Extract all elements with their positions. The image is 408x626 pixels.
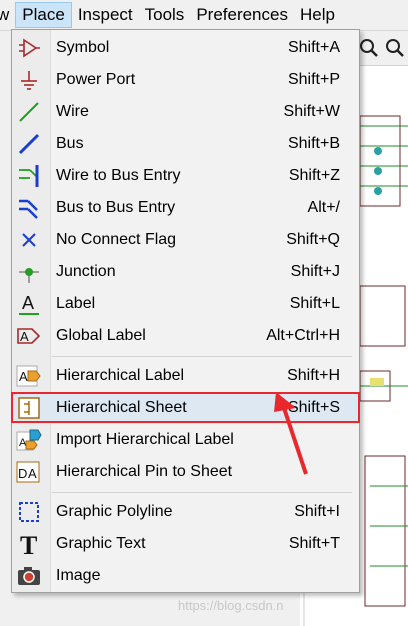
menu-item-label: Graphic Text	[56, 535, 146, 552]
menu-item-label: Bus to Bus Entry	[56, 199, 176, 216]
graphic-polyline-icon	[16, 499, 42, 525]
menu-item-shortcut: Shift+L	[289, 295, 340, 312]
menu-item-shortcut: Shift+W	[283, 103, 340, 120]
menu-item-label: Import Hierarchical Label	[56, 431, 234, 448]
menu-item-label: Global Label	[56, 327, 146, 344]
menu-item-shortcut: Shift+Z	[288, 167, 340, 184]
menu-item-label: Bus	[56, 135, 84, 152]
menu-item-shortcut: Shift+H	[287, 367, 340, 384]
menu-item-wire-to-bus-entry[interactable]: Wire to Bus Entry Shift+Z	[12, 160, 359, 192]
svg-text:D: D	[18, 466, 27, 481]
menu-item-no-connect-flag[interactable]: No Connect Flag Shift+Q	[12, 224, 359, 256]
menu-item-label: Junction	[56, 263, 116, 280]
wire-to-bus-entry-icon	[16, 163, 42, 189]
menu-item-label: Hierarchical Label	[56, 367, 185, 384]
menu-item-graphic-polyline[interactable]: Graphic Polyline Shift+I	[12, 496, 359, 528]
menu-item-shortcut: Shift+Q	[286, 231, 340, 248]
hierarchical-label-icon: A	[16, 363, 42, 389]
menu-item-label: Graphic Polyline	[56, 503, 173, 520]
zoom-icon[interactable]	[358, 37, 380, 59]
label-icon: A	[16, 291, 42, 317]
menu-item-image[interactable]: Image	[12, 560, 359, 592]
menu-item-label: Image	[56, 567, 101, 584]
menu-item-label: Hierarchical Pin to Sheet	[56, 463, 233, 480]
bus-to-bus-entry-icon	[16, 195, 42, 221]
menu-view-partial[interactable]: w	[0, 2, 15, 28]
menu-item-shortcut: Shift+P	[287, 71, 340, 88]
menu-item-label[interactable]: A Label Shift+L	[12, 288, 359, 320]
menu-item-label: Label	[56, 295, 96, 312]
menu-item-shortcut: Alt+Ctrl+H	[266, 327, 340, 344]
global-label-icon: A	[16, 323, 42, 349]
zoom-fit-icon[interactable]	[384, 37, 406, 59]
graphic-text-icon: T	[16, 531, 42, 557]
menu-item-global-label[interactable]: A Global Label Alt+Ctrl+H	[12, 320, 359, 352]
menu-separator	[52, 492, 352, 493]
no-connect-icon	[16, 227, 42, 253]
menu-item-symbol[interactable]: Symbol Shift+A	[12, 32, 359, 64]
menu-help[interactable]: Help	[294, 2, 341, 28]
menu-item-bus[interactable]: Bus Shift+B	[12, 128, 359, 160]
menu-item-label: Wire to Bus Entry	[56, 167, 181, 184]
menu-item-shortcut: Shift+T	[288, 535, 340, 552]
watermark: https://blog.csdn.n	[178, 598, 284, 613]
menu-item-label: No Connect Flag	[56, 231, 177, 248]
menu-item-hierarchical-label[interactable]: A Hierarchical Label Shift+H	[12, 360, 359, 392]
menu-item-shortcut: Shift+B	[287, 135, 340, 152]
import-hierarchical-label-icon: A	[16, 427, 42, 453]
menu-item-wire[interactable]: Wire Shift+W	[12, 96, 359, 128]
menu-item-shortcut: Shift+I	[294, 503, 340, 520]
menu-preferences[interactable]: Preferences	[190, 2, 294, 28]
menu-item-bus-to-bus-entry[interactable]: Bus to Bus Entry Alt+/	[12, 192, 359, 224]
menu-item-shortcut: Shift+A	[287, 39, 340, 56]
hierarchical-pin-icon: DA	[16, 459, 42, 485]
place-menu: Symbol Shift+A Power Port Shift+P Wire S…	[11, 29, 360, 593]
svg-text:T: T	[20, 531, 37, 557]
symbol-icon	[16, 35, 42, 61]
image-icon	[16, 563, 42, 589]
svg-text:A: A	[20, 329, 29, 344]
menu-item-shortcut: Shift+J	[290, 263, 340, 280]
menu-item-junction[interactable]: Junction Shift+J	[12, 256, 359, 288]
menu-bar: w Place Inspect Tools Preferences Help	[0, 0, 408, 31]
power-port-icon	[16, 67, 42, 93]
svg-text:A: A	[28, 466, 37, 481]
annotation-arrow-icon	[274, 392, 308, 475]
svg-text:A: A	[19, 369, 28, 384]
junction-icon	[16, 259, 42, 285]
bus-icon	[16, 131, 42, 157]
menu-tools[interactable]: Tools	[139, 2, 191, 28]
wire-icon	[16, 99, 42, 125]
menu-item-power-port[interactable]: Power Port Shift+P	[12, 64, 359, 96]
menu-item-graphic-text[interactable]: T Graphic Text Shift+T	[12, 528, 359, 560]
menu-inspect[interactable]: Inspect	[72, 2, 139, 28]
menu-separator	[52, 356, 352, 357]
menu-item-label: Power Port	[56, 71, 136, 88]
menu-item-label: Wire	[56, 103, 89, 120]
menu-place[interactable]: Place	[15, 2, 72, 28]
svg-text:A: A	[22, 293, 34, 313]
menu-item-shortcut: Alt+/	[307, 199, 340, 216]
menu-item-label: Symbol	[56, 39, 110, 56]
